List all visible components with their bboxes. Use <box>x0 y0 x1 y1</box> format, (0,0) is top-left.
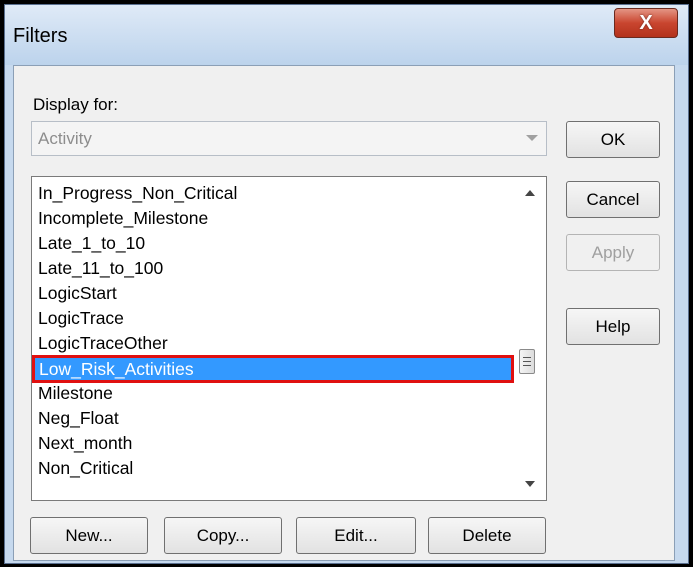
filters-dialog: Filters X Display for: Activity In_Progr… <box>4 4 689 564</box>
list-item[interactable]: LogicTraceOther <box>33 331 518 356</box>
list-item[interactable]: Incomplete_Milestone <box>33 206 518 231</box>
grip-line <box>523 361 531 362</box>
help-button[interactable]: Help <box>566 308 660 345</box>
cancel-button[interactable]: Cancel <box>566 181 660 218</box>
list-item[interactable]: Next_month <box>33 431 518 456</box>
edit-button[interactable]: Edit... <box>296 517 416 554</box>
display-for-value: Activity <box>38 129 92 148</box>
delete-button[interactable]: Delete <box>428 517 546 554</box>
dialog-title: Filters <box>13 25 68 47</box>
scroll-up-arrow-icon[interactable] <box>525 190 535 196</box>
list-item[interactable]: In_Progress_Non_Critical <box>33 181 518 206</box>
display-for-dropdown[interactable]: Activity <box>31 121 547 156</box>
list-scrollbar[interactable] <box>516 177 546 500</box>
new-button[interactable]: New... <box>30 517 148 554</box>
grip-line <box>523 357 531 358</box>
display-for-label: Display for: <box>33 95 119 114</box>
list-item[interactable]: Milestone <box>33 381 518 406</box>
scroll-down-arrow-icon[interactable] <box>525 481 535 487</box>
scrollbar-thumb[interactable] <box>519 349 535 374</box>
ok-button[interactable]: OK <box>566 121 660 158</box>
list-item[interactable]: LogicStart <box>33 281 518 306</box>
list-item[interactable]: Neg_Float <box>33 406 518 431</box>
close-icon: X <box>639 11 653 34</box>
list-item[interactable]: Non_Critical <box>33 456 518 481</box>
apply-button[interactable]: Apply <box>566 234 660 271</box>
filter-list[interactable]: In_Progress_Non_Critical Incomplete_Mile… <box>31 176 547 501</box>
title-bar: Filters X <box>5 5 688 65</box>
list-item-selected[interactable]: Low_Risk_Activities <box>32 355 514 383</box>
grip-line <box>523 365 531 366</box>
dialog-client-area: Display for: Activity In_Progress_Non_Cr… <box>13 65 675 561</box>
list-item[interactable]: Late_1_to_10 <box>33 231 518 256</box>
copy-button[interactable]: Copy... <box>164 517 282 554</box>
list-item[interactable]: LogicTrace <box>33 306 518 331</box>
list-item[interactable]: Late_11_to_100 <box>33 256 518 281</box>
chevron-down-icon <box>526 135 538 141</box>
close-button[interactable]: X <box>614 8 678 38</box>
